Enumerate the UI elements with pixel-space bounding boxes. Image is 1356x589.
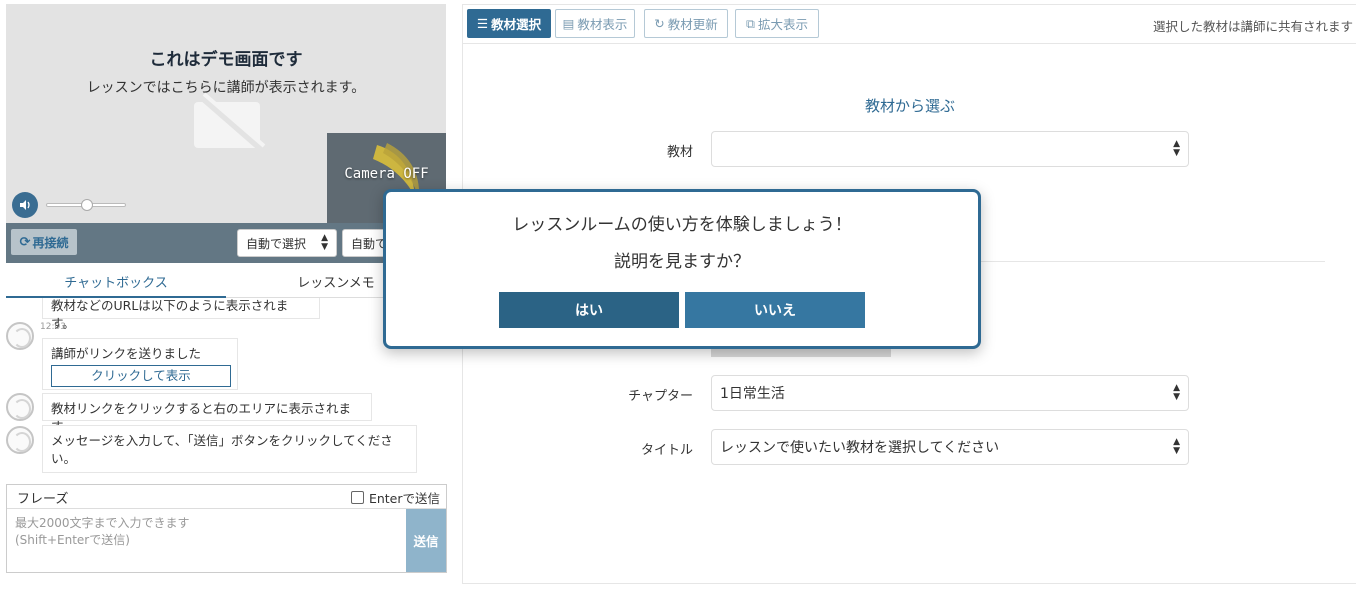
device-select-2-value: 自動で [351,236,388,251]
message-input[interactable] [7,509,406,572]
expand-view-label: 拡大表示 [757,17,808,32]
chat-message: メッセージを入力して、「送信」ボタンをクリックしてください。 [42,425,417,473]
select-caret-icon: ▲ ▼ [1173,139,1180,158]
modal-message: レッスンルームの使い方を体験しましょう！ [512,215,852,235]
avatar [6,393,34,421]
tab-chatbox[interactable]: チャットボックス [6,266,226,298]
material-show-button[interactable]: ▤ 教材表示 [555,9,635,38]
reconnect-button[interactable]: ⟳ 再接続 [11,229,77,255]
material-select-tab[interactable]: ☰ 教材選択 [467,9,551,38]
material-label: 教材 [666,145,693,160]
avatar [6,322,34,350]
section-title: 教材から選ぶ [864,97,955,115]
video-control-bar: ⟳ 再接続 自動で選択 ▲ ▼ 自動で [6,223,446,263]
composer-header: フレーズ Enterで送信 [7,485,446,509]
message-composer: フレーズ Enterで送信 送信 [6,484,447,573]
chapter-select[interactable]: 1日常生活 ▲ ▼ [711,375,1189,411]
material-select[interactable]: ▲ ▼ [711,131,1189,167]
refresh-icon: ⟳ [19,234,31,250]
refresh-icon: ↻ [654,16,665,31]
enter-send-label: Enterで送信 [368,491,440,506]
material-refresh-button[interactable]: ↻ 教材更新 [644,9,728,38]
device-select-1[interactable]: 自動で選択 ▲ ▼ [237,229,337,257]
no-button[interactable]: いいえ [685,292,865,328]
external-link-icon: ⧉ [746,15,755,31]
share-note: 選択した教材は講師に共有されます [1152,19,1353,34]
avatar [6,426,34,454]
device-select-1-value: 自動で選択 [246,236,307,251]
phrase-button[interactable]: フレーズ [17,488,68,507]
list-icon: ☰ [476,16,489,31]
volume-slider[interactable] [46,199,126,211]
material-toolbar: ☰ 教材選択 ▤ 教材表示 ↻ 教材更新 ⧉ 拡大表示 選択した教材は講師に共有… [463,5,1356,44]
camera-off-label: Camera OFF [344,166,429,182]
chat-tab-bar: チャットボックス レッスンメモ [6,266,446,298]
send-button[interactable]: 送信 [406,509,446,572]
material-refresh-label: 教材更新 [667,17,718,32]
material-show-label: 教材表示 [577,17,628,32]
select-caret-icon: ▲ ▼ [321,233,328,252]
message-timestamp: 12:03 [40,322,66,332]
select-caret-icon: ▲ ▼ [1173,383,1180,402]
enter-send-checkbox[interactable] [350,491,364,504]
chat-message-list[interactable]: 教材などのURLは以下のように表示されます。 12:03 講師がリンクを送りまし… [6,298,446,478]
document-icon: ▤ [562,16,575,31]
tutorial-modal: レッスンルームの使い方を体験しましょう！ 説明を見ますか？ はい いいえ [383,189,981,349]
title-select-value: レッスンで使いたい教材を選択してください [720,440,1000,456]
teacher-video-area: これはデモ画面です レッスンではこちらに講師が表示されます。 Camera OF… [6,4,446,223]
camera-off-icon [194,92,266,152]
expand-view-button[interactable]: ⧉ 拡大表示 [735,9,819,38]
select-caret-icon: ▲ ▼ [1173,437,1180,456]
volume-button[interactable] [12,192,38,218]
chat-message: 教材リンクをクリックすると右のエリアに表示されます [42,393,372,434]
video-title: これはデモ画面です [149,50,303,70]
material-select-label: 教材選択 [491,17,542,32]
modal-question: 説明を見ますか？ [614,252,750,272]
enter-to-send-toggle[interactable]: Enterで送信 [350,488,440,507]
title-select[interactable]: レッスンで使いたい教材を選択してください ▲ ▼ [711,429,1189,465]
chat-message: 講師がリンクを送りました クリックして表示 [42,338,238,390]
title-label: タイトル [640,443,693,458]
chat-message: 教材などのURLは以下のように表示されます。 [42,298,320,331]
yes-button[interactable]: はい [499,292,679,328]
reconnect-label: 再接続 [32,235,69,250]
chapter-select-value: 1日常生活 [720,386,785,402]
chapter-label: チャプター [628,389,693,404]
open-link-button[interactable]: クリックして表示 [51,364,231,387]
volume-slider-handle[interactable] [81,199,93,211]
speaker-icon [20,200,30,210]
chat-message-text: 講師がリンクを送りました [51,346,202,361]
